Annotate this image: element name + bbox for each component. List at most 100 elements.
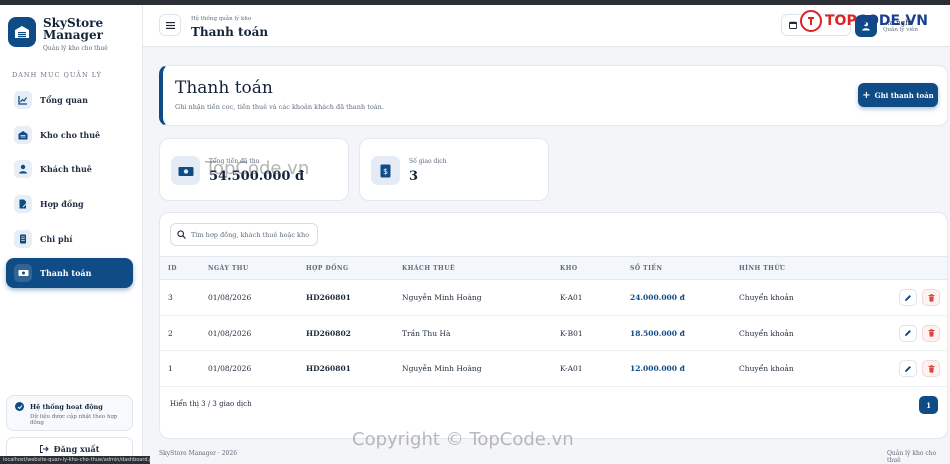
table-row[interactable]: 2 01/08/2026 HD260802 Trần Thu Hà K-B01 … [160, 316, 947, 351]
add-payment-button[interactable]: + Ghi thanh toán [858, 83, 938, 107]
cell-amount: 12.000.000 đ [630, 364, 685, 373]
sidebar-item-label: Kho cho thuê [40, 129, 101, 140]
brand[interactable]: SkyStore Manager Quản lý kho cho thuê [8, 17, 108, 52]
pagination-page-button[interactable]: 1 [919, 396, 938, 414]
table-header: ID NGÀY THU HỢP ĐỒNG KHÁCH THUÊ KHO SỐ T… [160, 256, 947, 280]
cell-tenant: Trần Thu Hà [402, 328, 451, 338]
sidebar-item-khach-thue[interactable]: Khách thuê [6, 154, 133, 184]
sidebar-item-label: Chi phí [40, 233, 73, 244]
delete-button[interactable] [922, 289, 940, 306]
pencil-icon [905, 294, 911, 301]
cell-tenant: Nguyễn Minh Hoàng [402, 364, 482, 373]
receipt-icon [14, 229, 32, 248]
page-subtitle: Ghi nhận tiền cọc, tiền thuê và các khoả… [175, 103, 384, 111]
trash-icon [928, 329, 934, 337]
page-title: Thanh toán [175, 78, 273, 98]
sidebar-item-kho-cho-thue[interactable]: Kho cho thuê [6, 120, 133, 150]
sidebar-item-label: Thanh toán [40, 268, 92, 279]
column-header-contract[interactable]: HỢP ĐỒNG [306, 265, 349, 272]
stat-card-transactions: $ Số giao dịch 3 [359, 138, 549, 201]
add-payment-label: Ghi thanh toán [874, 90, 934, 100]
watermark-logo-red: TOP [825, 13, 857, 29]
cell-method: Chuyển khoản [739, 364, 794, 373]
cell-id: 3 [168, 293, 173, 302]
system-status-card: Hệ thống hoạt động Dữ liệu được cập nhật… [6, 395, 133, 431]
receipt-icon: $ [371, 156, 400, 185]
stat-label: Số giao dịch [409, 158, 447, 165]
cell-store: K-A01 [560, 364, 583, 373]
edit-button[interactable] [899, 360, 917, 377]
column-header-store[interactable]: KHO [560, 265, 578, 272]
header-title: Thanh toán [191, 25, 269, 39]
logout-label: Đăng xuất [53, 444, 100, 454]
table-row[interactable]: 3 01/08/2026 HD260801 Nguyễn Minh Hoàng … [160, 280, 947, 316]
cell-date: 01/08/2026 [208, 293, 252, 302]
watermark-logo-blue: CODE.VN [856, 13, 928, 29]
column-header-id[interactable]: ID [168, 265, 177, 272]
sidebar-item-thanh-toan[interactable]: Thanh toán [6, 258, 133, 289]
search-input[interactable] [191, 230, 311, 239]
cell-date: 01/08/2026 [208, 364, 252, 373]
logout-icon [39, 445, 49, 453]
cell-tenant: Nguyễn Minh Hoàng [402, 293, 482, 302]
table-row[interactable]: 1 01/08/2026 HD260801 Nguyễn Minh Hoàng … [160, 351, 947, 387]
status-title: Hệ thống hoạt động [30, 402, 103, 411]
plus-icon: + [862, 89, 871, 101]
sidebar-item-hop-dong[interactable]: Hợp đồng [6, 189, 133, 219]
brand-name-line2: Manager [43, 28, 103, 42]
check-circle-icon [15, 402, 24, 411]
sidebar-item-label: Tổng quan [40, 95, 88, 105]
cell-method: Chuyển khoản [739, 328, 794, 338]
column-header-date[interactable]: NGÀY THU [208, 265, 249, 272]
search-box[interactable] [170, 223, 318, 246]
sidebar-item-tong-quan[interactable]: Tổng quan [6, 85, 133, 115]
cell-amount: 18.500.000 đ [630, 328, 685, 338]
sidebar-section-label: DANH MỤC QUẢN LÝ [12, 71, 102, 79]
warehouse-icon [14, 125, 32, 144]
cell-contract: HD260802 [306, 328, 351, 338]
sidebar-nav: Tổng quan Kho cho thuê Khách thuê Hợp đồ… [6, 85, 133, 293]
page-header-card: Thanh toán Ghi nhận tiền cọc, tiền thuê … [159, 65, 948, 126]
browser-status-url: localhost/website-quan-ly-kho-cho-thue/a… [0, 456, 150, 464]
footer-right: Quản lý kho cho thuê [887, 450, 937, 464]
menu-toggle-button[interactable] [159, 14, 181, 36]
hamburger-icon [165, 21, 175, 29]
column-header-amount[interactable]: SỐ TIỀN [630, 265, 662, 272]
money-icon [171, 156, 200, 185]
delete-button[interactable] [922, 360, 940, 377]
search-icon [177, 230, 186, 239]
cell-date: 01/08/2026 [208, 328, 252, 338]
stat-value: 3 [409, 169, 419, 184]
warehouse-logo-icon [8, 17, 36, 47]
svg-text:$: $ [383, 167, 388, 176]
edit-button[interactable] [899, 289, 917, 306]
sidebar-item-chi-phi[interactable]: Chi phí [6, 224, 133, 254]
sidebar-item-label: Khách thuê [40, 164, 92, 175]
watermark-logo: TOPCODE.VN [800, 10, 928, 32]
watermark-copyright: Copyright © TopCode.vn [352, 429, 574, 450]
calendar-icon [789, 21, 797, 29]
trash-icon [928, 364, 934, 373]
money-icon [14, 264, 32, 283]
delete-button[interactable] [922, 324, 940, 342]
cell-store: K-B01 [560, 328, 583, 338]
edit-button[interactable] [899, 324, 917, 342]
sidebar: SkyStore Manager Quản lý kho cho thuê DA… [0, 5, 143, 464]
chart-icon [14, 91, 32, 109]
sidebar-item-label: Hợp đồng [40, 199, 84, 210]
watermark-middle: TopCode.vn [205, 158, 310, 179]
pencil-icon [905, 330, 911, 336]
trash-icon [928, 293, 934, 302]
brand-tagline: Quản lý kho cho thuê [43, 45, 108, 52]
cell-id: 2 [168, 328, 173, 338]
user-icon [14, 160, 32, 179]
breadcrumb: Hệ thống quản lý kho [191, 16, 252, 22]
cell-id: 1 [168, 364, 173, 373]
footer-left: SkyStore Manager · 2026 [159, 450, 238, 457]
cell-contract: HD260801 [306, 293, 351, 302]
column-header-method[interactable]: HÌNH THỨC [739, 265, 785, 272]
payments-table-card: ID NGÀY THU HỢP ĐỒNG KHÁCH THUÊ KHO SỐ T… [159, 212, 948, 439]
column-header-tenant[interactable]: KHÁCH THUÊ [402, 265, 455, 272]
cell-store: K-A01 [560, 293, 583, 302]
cell-contract: HD260801 [306, 364, 351, 373]
